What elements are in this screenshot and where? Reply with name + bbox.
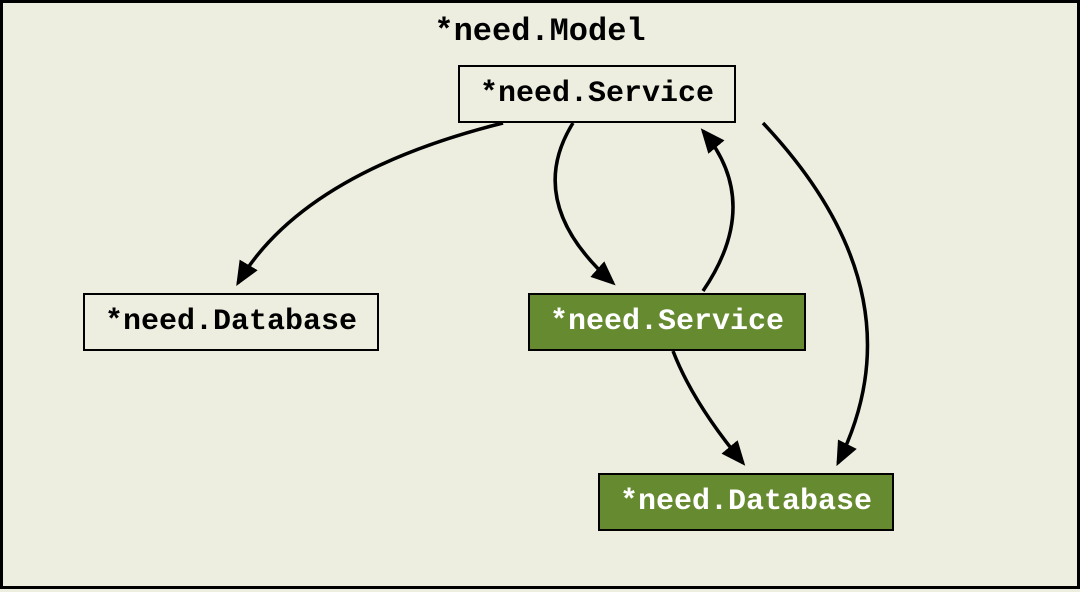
node-service-top: *need.Service: [458, 65, 736, 123]
edge-service-top-to-service-mid: [555, 123, 613, 283]
node-label: *need.Service: [480, 77, 714, 111]
node-label: *need.Database: [620, 485, 872, 519]
node-service-mid: *need.Service: [528, 293, 806, 351]
edge-service-mid-to-database-bottom: [673, 351, 743, 463]
edge-service-top-to-database-left: [238, 123, 503, 283]
node-database-left: *need.Database: [83, 293, 379, 351]
node-label: *need.Service: [550, 305, 784, 339]
node-database-bottom: *need.Database: [598, 473, 894, 531]
edge-service-mid-to-service-top: [703, 131, 733, 291]
node-label: *need.Database: [105, 305, 357, 339]
diagram-title: *need.Model: [434, 13, 645, 50]
